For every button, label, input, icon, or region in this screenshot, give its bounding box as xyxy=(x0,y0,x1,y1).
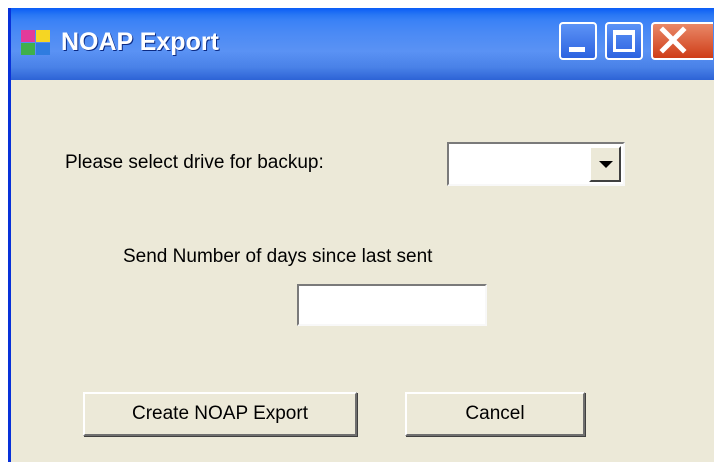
minimize-icon xyxy=(569,47,585,52)
drive-select-label: Please select drive for backup: xyxy=(65,152,324,173)
create-export-button[interactable]: Create NOAP Export xyxy=(83,392,357,436)
close-icon xyxy=(659,26,687,54)
app-icon[interactable] xyxy=(21,30,51,56)
minimize-button[interactable] xyxy=(559,22,597,60)
title-bar[interactable]: NOAP Export xyxy=(11,8,714,80)
chevron-down-icon xyxy=(599,161,613,168)
dropdown-arrow-button[interactable] xyxy=(589,146,621,182)
days-input[interactable] xyxy=(297,284,487,326)
days-label: Send Number of days since last sent xyxy=(123,246,433,267)
noap-export-window: NOAP Export Please select drive for back… xyxy=(8,8,714,462)
maximize-icon xyxy=(613,30,635,52)
cancel-button[interactable]: Cancel xyxy=(405,392,585,436)
window-title: NOAP Export xyxy=(61,28,219,56)
close-button[interactable] xyxy=(651,22,713,60)
drive-select-dropdown[interactable] xyxy=(447,142,625,186)
maximize-button[interactable] xyxy=(605,22,643,60)
